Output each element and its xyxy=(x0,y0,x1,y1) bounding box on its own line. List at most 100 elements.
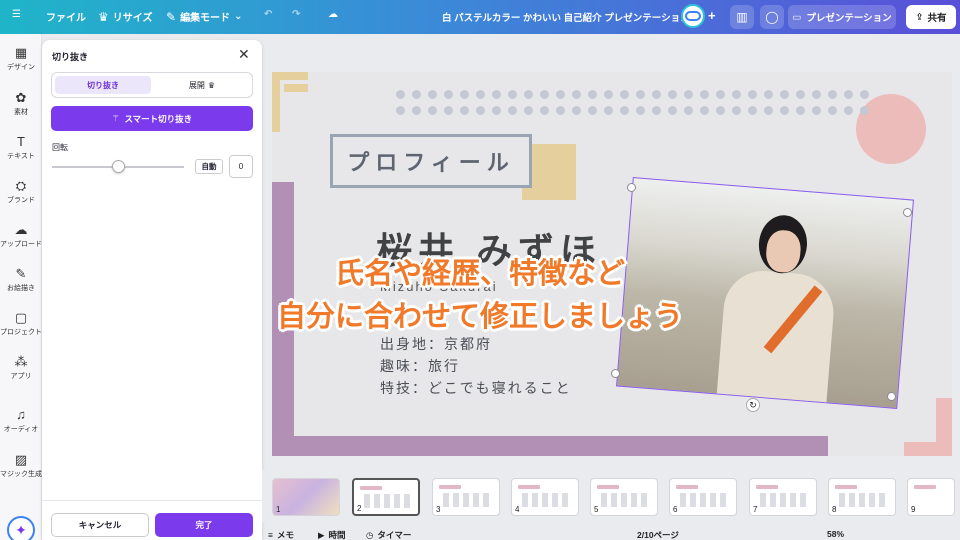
rail-item-upload[interactable]: ☁ アップロード xyxy=(0,223,42,249)
page-thumbnails: 1 2 3 4 5 6 7 8 9 xyxy=(262,470,960,522)
resize-handle[interactable] xyxy=(887,392,896,401)
pencil-icon: ✎ xyxy=(166,9,177,24)
smart-crop-button[interactable]: ⚚ スマート切り抜き xyxy=(51,106,253,131)
page-indicator[interactable]: 2/10ページ xyxy=(637,529,679,540)
page-thumbnail[interactable]: 5 xyxy=(590,478,658,516)
thumb-content xyxy=(760,493,806,507)
thumb-content xyxy=(443,493,489,507)
file-menu[interactable]: ファイル xyxy=(46,9,86,24)
rotation-slider-thumb[interactable] xyxy=(112,160,125,173)
close-icon[interactable]: ✕ xyxy=(238,46,250,63)
rail-label: 素材 xyxy=(14,109,28,116)
resize-handle[interactable] xyxy=(627,183,636,192)
avatar[interactable] xyxy=(681,4,705,28)
info-hometown[interactable]: 出身地：京都府 xyxy=(380,334,492,354)
thumb-heading xyxy=(597,485,619,489)
document-title[interactable]: 白 パステルカラー かわいい 自己紹介 プレゼンテーション xyxy=(442,10,690,24)
add-collaborator-button[interactable]: + xyxy=(708,8,716,23)
page-thumbnail[interactable]: 6 xyxy=(669,478,737,516)
crop-mode-tabs: 切り抜き 展開 ♛ xyxy=(51,72,253,98)
page-thumbnail[interactable]: 7 xyxy=(749,478,817,516)
rail-item-projects[interactable]: ▢ プロジェクト xyxy=(0,311,42,337)
thumb-heading xyxy=(360,486,382,490)
page-thumbnail[interactable]: 4 xyxy=(511,478,579,516)
hamburger-icon[interactable]: ☰ xyxy=(12,9,21,20)
page-number: 7 xyxy=(753,505,758,514)
text-icon: T xyxy=(17,134,25,149)
page-number: 9 xyxy=(911,505,916,514)
present-button[interactable]: ▭ プレゼンテーション xyxy=(788,5,896,29)
rail-item-draw[interactable]: ✎ お絵描き xyxy=(0,267,42,293)
brand-icon: ⛭ xyxy=(15,178,27,193)
resize-handle[interactable] xyxy=(611,369,620,378)
cancel-button[interactable]: キャンセル xyxy=(51,513,149,537)
edit-mode-dropdown[interactable]: ✎ 編集モード ⌄ xyxy=(166,9,243,25)
zoom-level[interactable]: 58% xyxy=(827,529,844,539)
page-number: 6 xyxy=(673,505,678,514)
audio-icon: ♫ xyxy=(16,407,26,422)
crown-icon: ♛ xyxy=(207,80,216,90)
present-label: プレゼンテーション xyxy=(806,13,892,24)
page-number: 3 xyxy=(436,505,441,514)
notes-label: メモ xyxy=(276,530,294,540)
page-number: 1 xyxy=(276,505,281,514)
elements-icon: ✿ xyxy=(15,90,27,105)
timer-button[interactable]: ◷ タイマー xyxy=(366,529,411,540)
cloud-sync-icon[interactable]: ☁ xyxy=(328,9,338,20)
page-thumbnail[interactable]: 9 xyxy=(907,478,955,516)
comment-icon[interactable]: ◯ xyxy=(760,5,784,29)
top-toolbar: ☰ ファイル ♛ リサイズ ✎ 編集モード ⌄ ↶ ↷ ☁ 白 パステルカラー かわい… xyxy=(0,0,960,34)
thumb-content xyxy=(680,493,726,507)
undo-icon[interactable]: ↶ xyxy=(264,9,272,20)
redo-icon[interactable]: ↷ xyxy=(292,9,300,20)
resize-button[interactable]: ♛ リサイズ xyxy=(98,9,152,25)
folder-icon: ▢ xyxy=(14,310,28,325)
info-hobby[interactable]: 趣味：旅行 xyxy=(380,356,460,376)
time-button[interactable]: ▶ 時間 xyxy=(318,529,346,540)
apps-icon: ⁂ xyxy=(14,354,28,369)
rail-item-apps[interactable]: ⁂ アプリ xyxy=(0,355,42,381)
rotation-input[interactable]: 0 xyxy=(229,155,253,178)
profile-heading[interactable]: プロフィール xyxy=(330,134,532,188)
magic-assistant-button[interactable]: ✦ xyxy=(7,516,35,540)
rail-item-audio[interactable]: ♫ オーディオ xyxy=(0,408,42,434)
rail-label: デザイン xyxy=(7,64,35,71)
page-thumbnail[interactable]: 1 xyxy=(272,478,340,516)
thumb-content xyxy=(839,493,885,507)
page-number: 4 xyxy=(515,505,520,514)
thumb-heading xyxy=(756,485,778,489)
rail-label: マジック生成 xyxy=(0,471,42,478)
rail-item-elements[interactable]: ✿ 素材 xyxy=(0,91,42,117)
rail-item-design[interactable]: ▦ デザイン xyxy=(0,46,42,72)
corner-bracket xyxy=(284,84,308,92)
rail-item-magic-media[interactable]: ▨ マジック生成 xyxy=(0,453,42,479)
rotate-handle-icon[interactable]: ↻ xyxy=(746,398,760,412)
panel-title: 切り抜き xyxy=(52,52,89,62)
page-thumbnail[interactable]: 3 xyxy=(432,478,500,516)
tab-crop[interactable]: 切り抜き xyxy=(55,76,151,94)
thumb-heading xyxy=(914,485,936,489)
chevron-down-icon: ⌄ xyxy=(234,11,243,22)
done-button[interactable]: 完了 xyxy=(155,513,253,537)
notes-button[interactable]: ≡ メモ xyxy=(268,529,294,540)
rail-label: アップロード xyxy=(0,241,42,248)
page-number: 5 xyxy=(594,505,599,514)
rail-item-brand[interactable]: ⛭ ブランド xyxy=(0,179,42,205)
rail-item-text[interactable]: T テキスト xyxy=(0,135,42,161)
resize-handle[interactable] xyxy=(903,208,912,217)
thumb-content xyxy=(364,494,410,508)
dot-pattern xyxy=(396,90,869,115)
page-thumbnail[interactable]: 8 xyxy=(828,478,896,516)
insights-icon[interactable]: ▥ xyxy=(730,5,754,29)
thumb-content xyxy=(522,493,568,507)
page-thumbnail-selected[interactable]: 2 xyxy=(352,478,420,516)
auto-rotate-button[interactable]: 自動 xyxy=(195,159,223,174)
rail-label: プロジェクト xyxy=(0,329,42,336)
rail-label: オーディオ xyxy=(3,426,39,433)
tab-expand[interactable]: 展開 ♛ xyxy=(154,76,250,94)
left-rail: ▦ デザイン ✿ 素材 T テキスト ⛭ ブランド ☁ アップロード ✎ お絵描き ▢ プロジ… xyxy=(0,34,42,540)
info-skill[interactable]: 特技：どこでも寝れること xyxy=(380,378,572,398)
caption-line-2: 自分に合わせて修正しましょう xyxy=(276,301,683,333)
share-button[interactable]: ⇪ 共有 xyxy=(906,5,956,29)
timer-label: タイマー xyxy=(377,530,412,540)
